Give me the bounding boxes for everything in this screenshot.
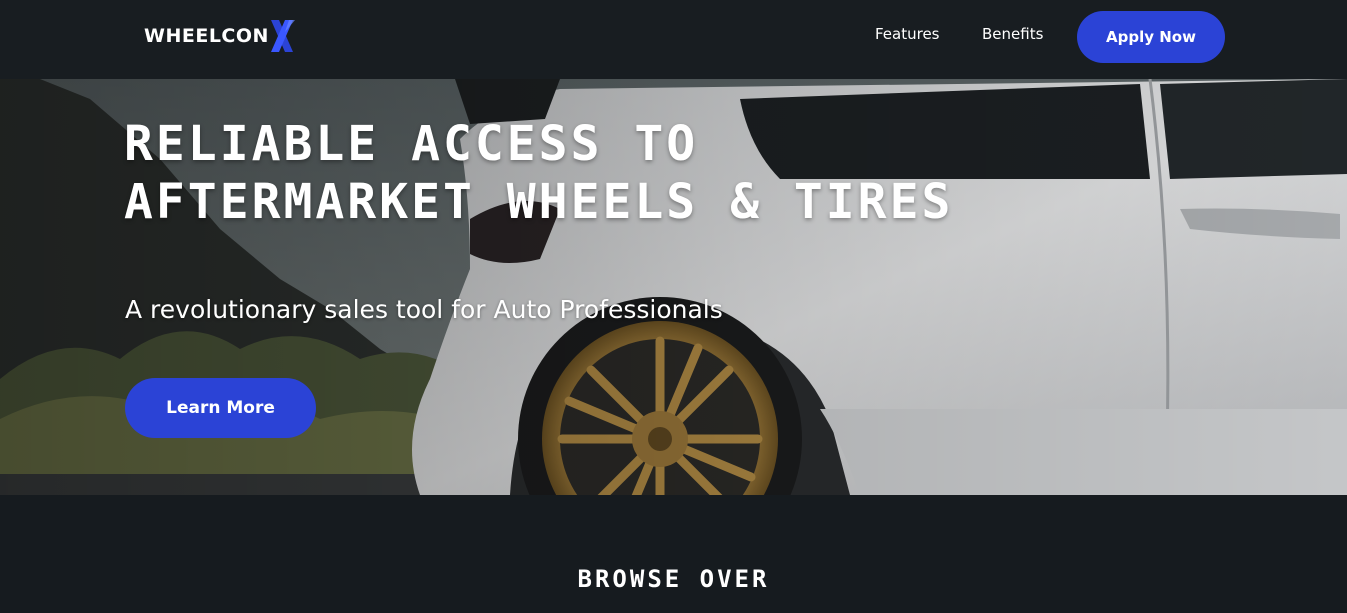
hero-section: RELIABLE ACCESS TO AFTERMARKET WHEELS & … [0,79,1347,495]
learn-more-button[interactable]: Learn More [125,378,316,438]
apply-now-button[interactable]: Apply Now [1077,11,1225,63]
nav-link-benefits[interactable]: Benefits [982,25,1043,43]
browse-section: BROWSE OVER [0,495,1347,613]
top-navbar: WHEELCON Features Benefits Apply Now [0,0,1347,79]
logo-x-icon [270,20,295,52]
browse-heading: BROWSE OVER [577,565,770,593]
wheelconx-logo[interactable]: WHEELCON [144,17,297,55]
hero-subtitle: A revolutionary sales tool for Auto Prof… [125,295,723,324]
nav-link-features[interactable]: Features [875,25,940,43]
logo-wordmark: WHEELCON [144,25,269,47]
hero-title: RELIABLE ACCESS TO AFTERMARKET WHEELS & … [124,116,954,230]
